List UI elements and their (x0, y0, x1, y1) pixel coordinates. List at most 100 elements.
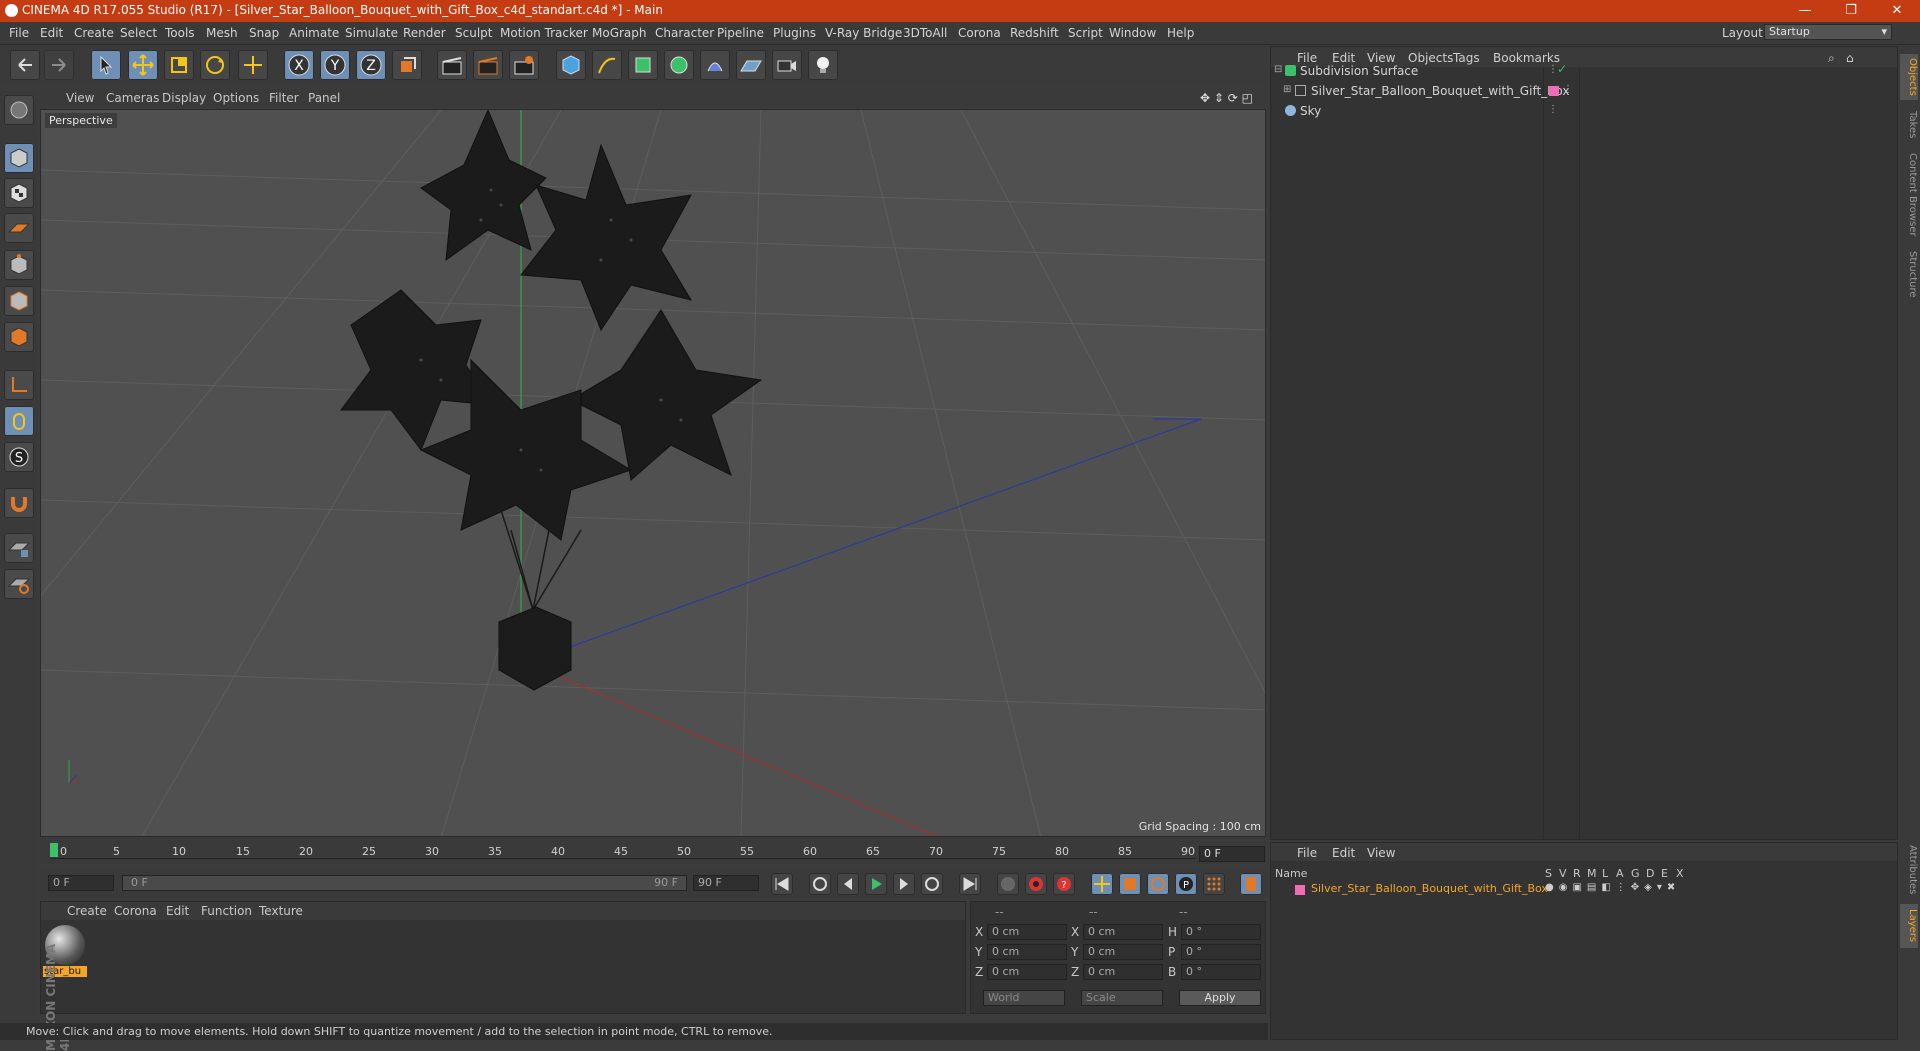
maximize-button[interactable]: ❐ (1828, 0, 1874, 22)
render-view-button[interactable] (437, 50, 467, 80)
texture-mode-button[interactable] (4, 178, 34, 208)
layer-color-icon[interactable] (1549, 86, 1559, 96)
rotate-tool-button[interactable] (200, 50, 230, 80)
layer-toggle-icons[interactable]: ●◉▣▤◧⋮✥◈▾✖ (1545, 882, 1680, 893)
menu-vray-bridge[interactable]: V-Ray Bridge (825, 26, 902, 40)
size-x-field[interactable]: 0 cm (1083, 924, 1163, 940)
key-pla-button[interactable] (1203, 873, 1225, 895)
start-frame-field[interactable]: 0 F (48, 875, 114, 891)
position-y-field[interactable]: 0 cm (987, 944, 1067, 960)
select-tool-button[interactable] (91, 50, 121, 80)
menu-3dtoall[interactable]: 3DToAll (903, 26, 947, 40)
layer-color-swatch[interactable] (1295, 885, 1305, 895)
points-mode-button[interactable] (4, 250, 34, 280)
menu-create[interactable]: Create (74, 26, 114, 40)
tab-structure[interactable]: Structure (1900, 246, 1918, 302)
menu-pipeline[interactable]: Pipeline (717, 26, 764, 40)
viewport-menu-display[interactable]: Display (162, 91, 206, 105)
undo-button[interactable] (10, 50, 40, 80)
material-menu-function[interactable]: Function (201, 904, 252, 918)
viewport-menu-filter[interactable]: Filter (269, 91, 299, 105)
move-tool-button[interactable] (128, 50, 158, 80)
timeline-ruler[interactable] (40, 838, 1266, 864)
floor-button[interactable] (736, 50, 766, 80)
menu-window[interactable]: Window (1109, 26, 1156, 40)
menu-snap[interactable]: Snap (249, 26, 279, 40)
rotation-p-field[interactable]: 0 ° (1181, 944, 1261, 960)
menu-character[interactable]: Character (655, 26, 714, 40)
next-frame-button[interactable] (893, 873, 915, 895)
object-row[interactable]: ⊟ Subdivision Surface ⋮ ✓ (1271, 61, 1897, 81)
workplane-mode-button[interactable] (4, 213, 34, 243)
menu-render[interactable]: Render (403, 26, 446, 40)
x-axis-button[interactable]: X (284, 50, 314, 80)
lm-menu-view[interactable]: View (1367, 846, 1395, 860)
keyframe-selection-button[interactable]: ? (1053, 873, 1075, 895)
collapse-icon[interactable]: ⊟ (1274, 64, 1282, 75)
rotation-h-field[interactable]: 0 ° (1181, 924, 1261, 940)
close-button[interactable]: ✕ (1874, 0, 1920, 22)
redo-button[interactable] (44, 50, 74, 80)
material-menu-create[interactable]: Create (67, 904, 107, 918)
timeline-window-button[interactable] (1240, 873, 1262, 895)
menu-corona[interactable]: Corona (958, 26, 1001, 40)
locked-workplane-button[interactable] (4, 533, 34, 563)
menu-mesh[interactable]: Mesh (206, 26, 238, 40)
light-button[interactable] (808, 50, 838, 80)
cloner-button[interactable] (664, 50, 694, 80)
camera-button[interactable] (772, 50, 802, 80)
key-rotation-button[interactable] (1147, 873, 1169, 895)
layer-row[interactable]: Silver_Star_Balloon_Bouquet_with_Gift_Bo… (1271, 881, 1897, 899)
z-axis-button[interactable]: Z (356, 50, 386, 80)
tab-layers[interactable]: Layers (1900, 904, 1918, 948)
viewport-menu-cameras[interactable]: Cameras (106, 91, 159, 105)
size-z-field[interactable]: 0 cm (1083, 964, 1163, 980)
expand-icon[interactable]: ⊞ (1283, 84, 1291, 95)
planar-workplane-button[interactable] (4, 569, 34, 599)
current-frame-marker[interactable] (50, 843, 58, 857)
make-editable-button[interactable] (4, 95, 34, 125)
render-picture-viewer-button[interactable] (473, 50, 503, 80)
magnet-button[interactable] (4, 488, 34, 518)
menu-mograph[interactable]: MoGraph (592, 26, 647, 40)
edges-mode-button[interactable] (4, 286, 34, 316)
viewport-menu-panel[interactable]: Panel (308, 91, 340, 105)
object-row[interactable]: ⊞ Silver_Star_Balloon_Bouquet_with_Gift_… (1271, 81, 1897, 101)
pen-spline-button[interactable] (592, 50, 622, 80)
previous-key-button[interactable] (809, 873, 831, 895)
autokey-button[interactable] (1025, 873, 1047, 895)
menu-motion-tracker[interactable]: Motion Tracker (500, 26, 588, 40)
minimize-button[interactable]: — (1782, 0, 1828, 22)
position-z-field[interactable]: 0 cm (987, 964, 1067, 980)
live-selection-button[interactable] (238, 50, 268, 80)
next-key-button[interactable] (921, 873, 943, 895)
material-menu-edit[interactable]: Edit (166, 904, 189, 918)
tab-attributes[interactable]: Attributes (1900, 842, 1918, 898)
menu-select[interactable]: Select (120, 26, 157, 40)
menu-file[interactable]: File (9, 26, 29, 40)
end-frame-field[interactable]: 90 F (693, 875, 759, 891)
menu-tools[interactable]: Tools (165, 26, 195, 40)
tab-objects[interactable]: Objects (1900, 54, 1918, 100)
menu-animate[interactable]: Animate (289, 26, 339, 40)
rotation-b-field[interactable]: 0 ° (1181, 964, 1261, 980)
layout-select[interactable]: Startup ▾ (1764, 24, 1892, 40)
menu-simulate[interactable]: Simulate (345, 26, 398, 40)
y-axis-button[interactable]: Y (320, 50, 350, 80)
checkmark-icon[interactable]: ✓ (1557, 62, 1567, 76)
apply-button[interactable]: Apply (1179, 990, 1261, 1006)
key-scale-button[interactable] (1119, 873, 1141, 895)
visibility-dots-icon[interactable]: ⋮ (1548, 104, 1558, 115)
viewport-menu-view[interactable]: View (66, 91, 94, 105)
viewport-nav-icon[interactable]: ✥ ⇕ ⟳ ◰ (1200, 91, 1253, 105)
menu-sculpt[interactable]: Sculpt (455, 26, 492, 40)
size-y-field[interactable]: 0 cm (1083, 944, 1163, 960)
polygons-mode-button[interactable] (4, 322, 34, 352)
preview-range-slider[interactable]: 0 F 90 F (122, 875, 687, 891)
lm-menu-edit[interactable]: Edit (1332, 846, 1355, 860)
scale-tool-button[interactable] (164, 50, 194, 80)
material-menu-corona[interactable]: Corona (114, 904, 157, 918)
menu-edit[interactable]: Edit (40, 26, 63, 40)
menu-redshift[interactable]: Redshift (1010, 26, 1059, 40)
coordinate-system-button[interactable] (392, 50, 422, 80)
